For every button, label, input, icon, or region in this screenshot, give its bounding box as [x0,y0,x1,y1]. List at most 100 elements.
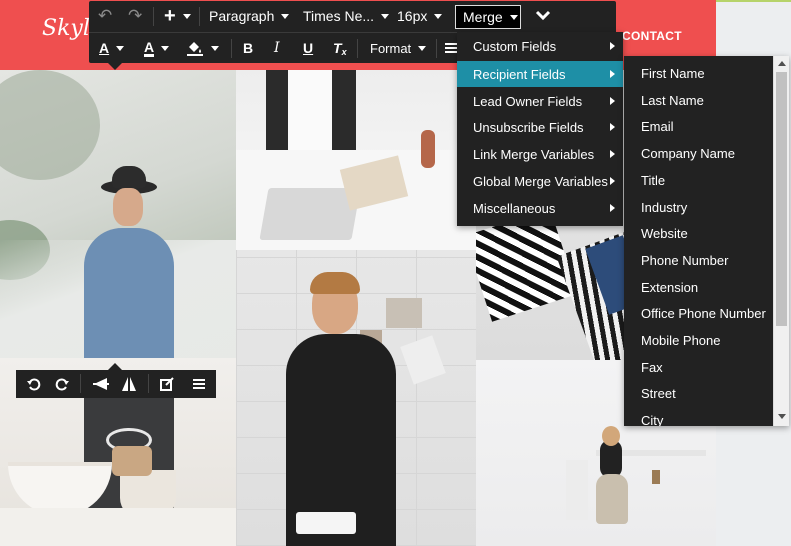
menu-item-custom-fields[interactable]: Custom Fields [457,33,623,59]
plus-icon: + [164,4,176,27]
menu-item-label: Miscellaneous [473,200,556,216]
format-dropdown[interactable]: Format [370,33,427,63]
fill-color-button[interactable] [186,33,219,63]
paint-bucket-icon [187,42,203,56]
scroll-up-arrow-icon[interactable] [778,61,786,66]
insert-button[interactable]: + [164,1,191,31]
brand-logo: Skyl [42,16,90,41]
chevron-right-icon [610,150,615,158]
collapse-toolbar-button[interactable] [535,1,551,31]
field-company-name[interactable]: Company Name [624,140,772,167]
field-first-name[interactable]: First Name [624,60,772,87]
menu-item-unsubscribe-fields[interactable]: Unsubscribe Fields [457,114,623,140]
field-email[interactable]: Email [624,113,772,140]
font-size-dropdown[interactable]: 16px [397,1,443,31]
align-button[interactable] [445,33,457,63]
plant-shadow [0,70,100,180]
toolbar-divider [153,7,154,26]
text-color-button[interactable]: A [99,33,125,63]
menu-item-link-merge-variables[interactable]: Link Merge Variables [457,141,623,167]
recipient-fields-submenu: First Name Last Name Email Company Name … [624,56,789,426]
field-city[interactable]: City [624,407,772,426]
image-menu-button[interactable] [186,370,212,398]
desk-mug [296,512,356,534]
bold-button[interactable]: B [243,33,253,63]
underline-button[interactable]: U [303,33,313,63]
chevron-right-icon [610,204,615,212]
clear-format-button[interactable]: Tx [333,33,347,63]
wooden-cup [112,446,152,476]
clear-format-icon: T [333,40,342,56]
chevron-down-icon [116,45,125,51]
field-last-name[interactable]: Last Name [624,87,772,114]
field-fax[interactable]: Fax [624,354,772,381]
desk-leg [566,460,588,520]
chevron-down-icon [381,13,390,19]
wall-photo [386,298,422,328]
undo-icon: ↶ [98,6,113,25]
field-street[interactable]: Street [624,380,772,407]
scrollbar-thumb[interactable] [776,72,787,326]
font-family-dropdown[interactable]: Times Ne... [303,1,390,31]
chevron-down-icon [161,45,170,51]
chevron-down-icon [535,10,551,21]
menu-item-label: Custom Fields [473,38,557,54]
chevron-down-icon [434,13,443,19]
highlight-icon: A [144,38,155,57]
image-toolbar-pointer [108,363,122,370]
redo-button[interactable]: ↷ [128,1,142,31]
toolbar-pointer [108,63,122,70]
edit-icon [160,377,174,391]
menu-item-miscellaneous[interactable]: Miscellaneous [457,195,623,221]
nav-contact-link[interactable]: CONTACT [622,29,682,43]
menu-item-lead-owner-fields[interactable]: Lead Owner Fields [457,88,623,114]
chevron-right-icon [610,97,615,105]
merge-menu: Custom Fields Recipient Fields Lead Owne… [457,32,623,226]
italic-button[interactable]: I [274,33,280,63]
field-industry[interactable]: Industry [624,194,772,221]
toolbar-divider [436,39,437,58]
rotate-left-button[interactable] [22,370,46,398]
chair [596,474,628,524]
flip-vertical-icon [122,377,136,391]
menu-item-recipient-fields[interactable]: Recipient Fields [457,61,623,87]
undo-button[interactable]: ↶ [98,1,112,31]
field-mobile-phone[interactable]: Mobile Phone [624,327,772,354]
submenu-scrollbar[interactable] [773,56,789,426]
menu-item-label: Recipient Fields [473,66,566,82]
merge-dropdown-button[interactable]: Merge [455,5,521,29]
flip-vertical-button[interactable] [116,370,142,398]
toolbar-divider [357,39,358,58]
scroll-down-arrow-icon[interactable] [778,414,786,419]
menu-item-global-merge-variables[interactable]: Global Merge Variables [457,168,623,194]
paragraph-dropdown[interactable]: Paragraph [209,1,290,31]
field-website[interactable]: Website [624,220,772,247]
paragraph-label: Paragraph [209,8,275,24]
photo-laptop-desk[interactable] [236,70,476,250]
highlight-color-button[interactable]: A [144,33,170,63]
rotate-right-button[interactable] [50,370,74,398]
edit-image-button[interactable] [154,370,180,398]
chevron-down-icon [509,14,518,20]
merge-label: Merge [463,9,503,25]
flip-horizontal-button[interactable] [88,370,114,398]
toolbar-divider [80,374,81,393]
align-left-icon [445,43,457,53]
rotate-left-icon [27,378,41,391]
bold-icon: B [243,40,254,56]
chevron-down-icon [418,45,427,51]
toolbar-divider [231,39,232,58]
photo-man-wall[interactable] [236,250,476,546]
chevron-down-icon [182,13,191,19]
format-label: Format [370,40,412,56]
field-office-phone-number[interactable]: Office Phone Number [624,300,772,327]
hat-crown [112,166,146,188]
photo-woman-hat[interactable] [0,70,236,358]
field-extension[interactable]: Extension [624,274,772,301]
toolbar-divider [199,7,200,26]
chevron-right-icon [610,70,615,78]
toolbar-row-top: ↶ ↷ + Paragraph Times Ne... 16px Merge [89,1,616,31]
field-phone-number[interactable]: Phone Number [624,247,772,274]
chevron-right-icon [610,177,615,185]
field-title[interactable]: Title [624,167,772,194]
